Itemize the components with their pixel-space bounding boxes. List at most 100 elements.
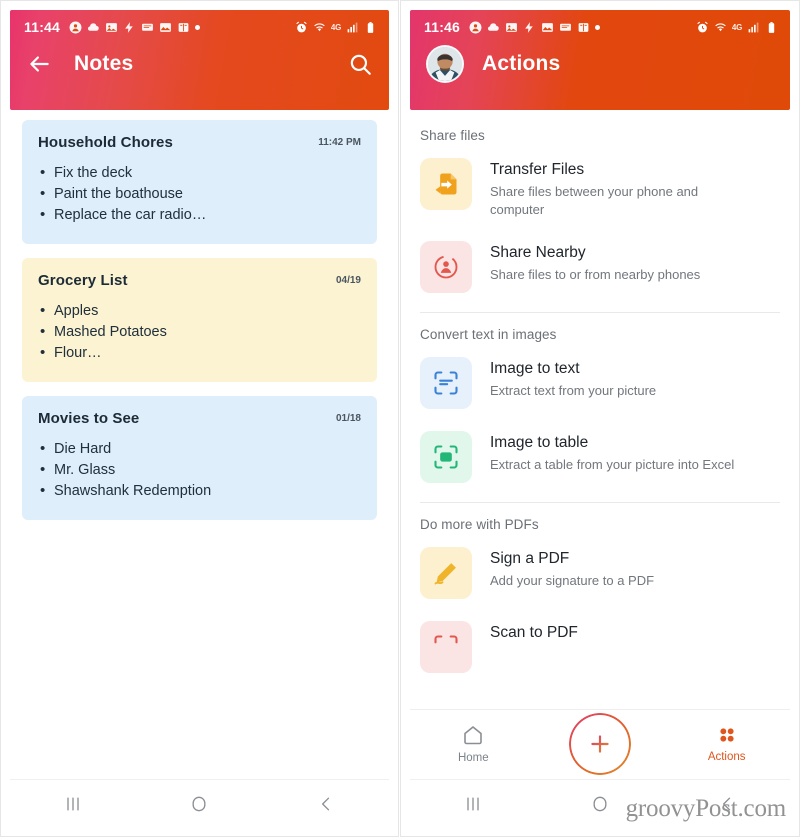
message-icon — [560, 23, 571, 31]
right-status-bar: 11:46 4G — [410, 10, 790, 35]
note-item: Shawshank Redemption — [38, 480, 361, 502]
note-timestamp: 11:42 PM — [318, 137, 361, 148]
action-title: Image to table — [490, 434, 589, 451]
scan-pdf-icon — [420, 621, 472, 673]
home-circle-icon — [593, 796, 607, 811]
note-card[interactable]: Grocery List 04/19 Apples Mashed Potatoe… — [22, 258, 377, 382]
scan-table-icon — [420, 431, 472, 483]
note-item: Replace the car radio… — [38, 204, 361, 226]
action-row-scan-to-pdf[interactable]: Scan to PDF — [400, 610, 800, 684]
note-header: Grocery List 04/19 — [38, 272, 361, 289]
note-header: Household Chores 11:42 PM — [38, 134, 361, 151]
page-title: Notes — [74, 52, 134, 75]
wifi-icon — [314, 22, 325, 31]
action-row-image-to-text[interactable]: Image to text Extract text from your pic… — [400, 346, 800, 420]
note-item: Paint the boathouse — [38, 183, 361, 205]
signal-icon — [748, 22, 759, 32]
notes-header: 11:44 4G Notes — [10, 10, 389, 110]
pen-icon — [420, 547, 472, 599]
actions-list: Share files Transfer Files Share files b… — [400, 110, 800, 720]
action-description: Extract text from your picture — [490, 383, 657, 398]
note-item: Mashed Potatoes — [38, 321, 361, 343]
add-button[interactable] — [569, 712, 631, 775]
battery-icon — [768, 21, 775, 33]
flash-icon — [525, 21, 533, 33]
contact-icon — [69, 21, 82, 33]
action-row-share-nearby[interactable]: Share Nearby Share files to or from near… — [400, 230, 800, 304]
action-text: Image to text Extract text from your pic… — [490, 357, 656, 400]
home-button[interactable] — [171, 786, 227, 822]
back-button[interactable] — [699, 786, 755, 822]
action-text: Share Nearby Share files to or from near… — [490, 241, 700, 284]
status-notification-icons — [69, 21, 201, 34]
dot-icon — [595, 24, 601, 30]
alarm-icon — [697, 21, 708, 32]
home-button[interactable] — [572, 786, 628, 822]
back-chevron-icon — [722, 797, 730, 810]
back-button[interactable] — [298, 786, 354, 822]
share-nearby-icon — [420, 241, 472, 293]
recents-button[interactable] — [445, 786, 501, 822]
screenshot-root: 11:44 4G Notes Household Chores 11:42 PM… — [0, 0, 800, 837]
note-item: Fix the deck — [38, 162, 361, 184]
tab-actions[interactable]: Actions — [663, 724, 790, 763]
action-row-sign-a-pdf[interactable]: Sign a PDF Add your signature to a PDF — [400, 536, 800, 610]
note-items: Die Hard Mr. Glass Shawshank Redemption — [38, 438, 361, 502]
notes-appbar: Notes — [10, 35, 389, 93]
arrow-left-icon[interactable] — [26, 51, 52, 77]
note-card[interactable]: Movies to See 01/18 Die Hard Mr. Glass S… — [22, 396, 377, 520]
status-time: 11:46 — [424, 19, 461, 35]
section-label-share-files: Share files — [420, 128, 485, 143]
action-text: Sign a PDF Add your signature to a PDF — [490, 547, 654, 590]
action-text: Scan to PDF — [490, 621, 578, 643]
note-header: Movies to See 01/18 — [38, 410, 361, 427]
search-icon[interactable] — [347, 51, 373, 77]
left-phone-screen: 11:44 4G Notes Household Chores 11:42 PM… — [0, 0, 400, 837]
android-navigation-bar — [410, 779, 790, 827]
message-icon — [142, 23, 153, 31]
scan-text-icon — [420, 357, 472, 409]
action-description: Share files between your phone and compu… — [490, 184, 699, 217]
note-timestamp: 01/18 — [335, 413, 361, 424]
note-timestamp: 04/19 — [335, 275, 361, 286]
action-title: Transfer Files — [490, 161, 585, 178]
file-transfer-icon — [420, 158, 472, 210]
tab-actions-label: Actions — [707, 751, 746, 763]
note-item: Flour… — [38, 342, 361, 364]
status-time: 11:44 — [24, 19, 61, 35]
tab-home-label: Home — [457, 752, 489, 764]
alarm-icon — [296, 21, 307, 32]
note-items: Apples Mashed Potatoes Flour… — [38, 300, 361, 364]
grid-dots-icon — [720, 728, 734, 742]
avatar[interactable] — [426, 45, 464, 83]
book-icon — [178, 22, 189, 32]
dot-icon — [195, 24, 201, 30]
note-title: Grocery List — [38, 272, 128, 289]
status-system-icons: 4G — [696, 21, 778, 34]
action-title: Image to text — [490, 360, 580, 377]
action-text: Transfer Files Share files between your … — [490, 158, 740, 219]
note-item: Apples — [38, 300, 361, 322]
action-row-transfer-files[interactable]: Transfer Files Share files between your … — [400, 147, 800, 230]
tab-home[interactable]: Home — [410, 723, 537, 764]
home-icon — [464, 726, 483, 745]
action-title: Share Nearby — [490, 244, 586, 261]
recents-button[interactable] — [45, 786, 101, 822]
android-navigation-bar — [10, 779, 389, 827]
bottom-navigation: Home Actions — [410, 709, 790, 777]
action-description: Share files to or from nearby phones — [490, 267, 701, 282]
home-circle-icon — [192, 796, 206, 811]
action-row-image-to-table[interactable]: Image to table Extract a table from your… — [400, 420, 800, 494]
actions-appbar: Actions — [410, 35, 790, 93]
contact-icon — [469, 21, 482, 33]
battery-icon — [367, 21, 374, 33]
gallery-icon — [160, 22, 171, 32]
note-items: Fix the deck Paint the boathouse Replace… — [38, 162, 361, 226]
note-card[interactable]: Household Chores 11:42 PM Fix the deck P… — [22, 120, 377, 244]
status-notification-icons — [469, 21, 601, 34]
section-label-pdfs: Do more with PDFs — [420, 517, 539, 532]
signal-icon — [347, 22, 358, 32]
notes-list: Household Chores 11:42 PM Fix the deck P… — [0, 110, 399, 520]
note-title: Movies to See — [38, 410, 140, 427]
note-item: Mr. Glass — [38, 459, 361, 481]
